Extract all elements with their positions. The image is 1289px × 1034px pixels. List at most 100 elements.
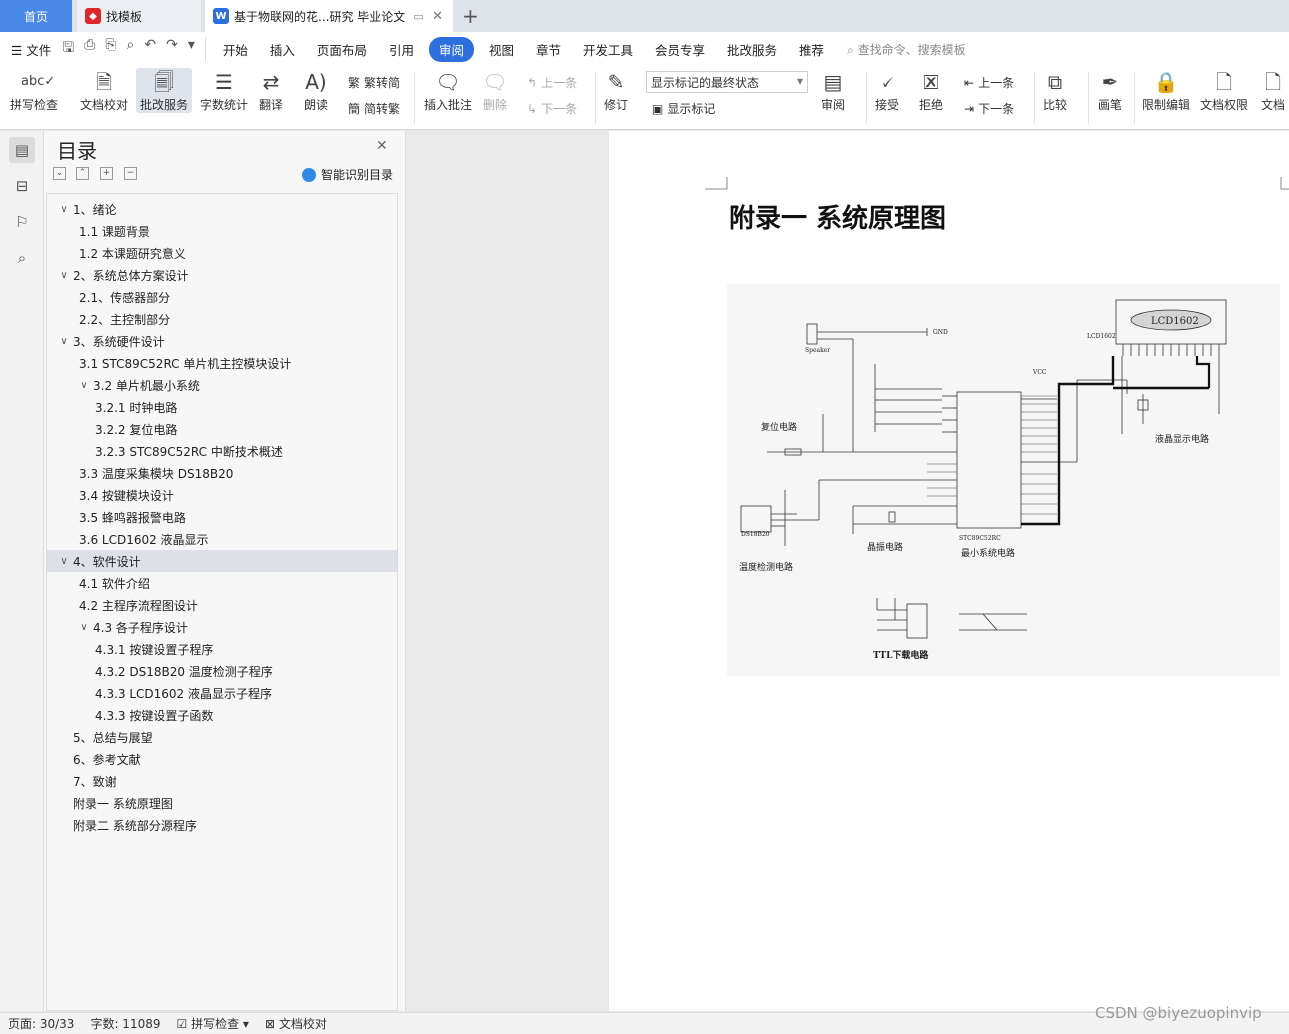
toc-item[interactable]: 4.3.1 按键设置子程序 <box>47 638 397 660</box>
word-count-indicator[interactable]: 字数: 11089 <box>82 1015 168 1032</box>
toc-item[interactable]: ∨ 1、绪论 <box>47 198 397 220</box>
spellcheck-status[interactable]: ☑ 拼写检查 ▾ <box>169 1015 257 1032</box>
search-icon[interactable]: ⌕ <box>9 245 35 271</box>
toc-item[interactable]: ∨ 4.3 各子程序设计 <box>47 616 397 638</box>
toc-item[interactable]: 6、参考文献 <box>47 748 397 770</box>
chevron-down-icon[interactable]: ∨ <box>57 556 71 567</box>
restrict-edit-button[interactable]: 🔒 限制编辑 <box>1142 68 1190 113</box>
menu-item-0[interactable]: 开始 <box>212 40 259 59</box>
toc-item[interactable]: 4.3.2 DS18B20 温度检测子程序 <box>47 660 397 682</box>
word-count-button[interactable]: ☰ 字数统计 <box>200 68 248 113</box>
menu-item-1[interactable]: 插入 <box>259 40 306 59</box>
toc-item[interactable]: 1.2 本课题研究意义 <box>47 242 397 264</box>
toc-item[interactable]: 3.2.3 STC89C52RC 中断技术概述 <box>47 440 397 462</box>
toc-item[interactable]: 7、致谢 <box>47 770 397 792</box>
proof-status[interactable]: ⊠ 文档校对 <box>257 1015 335 1032</box>
toc-item[interactable]: 3.4 按键模块设计 <box>47 484 397 506</box>
toc-item[interactable]: 附录一 系统原理图 <box>47 792 397 814</box>
toc-item[interactable]: 3.2.1 时钟电路 <box>47 396 397 418</box>
more-icon[interactable]: ▾ <box>188 37 195 61</box>
doc-permission-button[interactable]: 🗋 文档权限 <box>1200 68 1248 113</box>
reject-button[interactable]: 🗷 拒绝 <box>918 68 944 113</box>
next-comment-button[interactable]: ↳ 下一条 <box>527 100 577 117</box>
toc-item[interactable]: 3.1 STC89C52RC 单片机主控模块设计 <box>47 352 397 374</box>
delete-comment-button[interactable]: 🗨 删除 <box>482 68 508 113</box>
menu-item-2[interactable]: 页面布局 <box>306 40 378 59</box>
save-icon[interactable]: 🖫 <box>62 37 74 61</box>
toc-item[interactable]: 4.3.3 按键设置子函数 <box>47 704 397 726</box>
review-pane-button[interactable]: ▤ 审阅 <box>820 68 846 113</box>
new-tab-icon[interactable]: + <box>462 4 479 28</box>
next-change-button[interactable]: ⇥ 下一条 <box>964 100 1014 117</box>
toc-item[interactable]: ∨ 2、系统总体方案设计 <box>47 264 397 286</box>
chevron-down-icon[interactable]: ∨ <box>77 622 91 633</box>
command-search[interactable]: ⌕ 查找命令、搜索模板 <box>835 41 966 58</box>
print-icon[interactable]: ⎘ <box>105 37 116 61</box>
prev-comment-button[interactable]: ↰ 上一条 <box>527 74 577 91</box>
menu-item-3[interactable]: 引用 <box>378 40 425 59</box>
markup-state-select[interactable]: 显示标记的最终状态 <box>646 71 808 93</box>
smart-toc-button[interactable]: 智能识别目录 <box>302 166 393 183</box>
toc-item[interactable]: 5、总结与展望 <box>47 726 397 748</box>
tab-template[interactable]: ◆ 找模板 <box>77 0 201 32</box>
collapse-all-icon[interactable]: ⌃ <box>76 167 89 180</box>
chevron-down-icon[interactable]: ∨ <box>77 380 91 391</box>
toc-item[interactable]: 3.6 LCD1602 液晶显示 <box>47 528 397 550</box>
toc-item[interactable]: 4.1 软件介绍 <box>47 572 397 594</box>
add-heading-icon[interactable]: + <box>100 167 113 180</box>
review-service-button[interactable]: 🗐 批改服务 <box>136 68 193 113</box>
toc-item[interactable]: 2.1、传感器部分 <box>47 286 397 308</box>
menu-item-7[interactable]: 开发工具 <box>572 40 644 59</box>
simp-to-trad-button[interactable]: 簡简转繁 <box>348 100 400 117</box>
menu-item-5[interactable]: 视图 <box>478 40 525 59</box>
bookmark-icon[interactable]: ⚐ <box>9 209 35 235</box>
close-icon[interactable]: ✕ <box>376 138 388 154</box>
export-icon[interactable]: ⎙ <box>84 37 95 61</box>
chevron-down-icon[interactable]: ∨ <box>57 204 71 215</box>
toc-item[interactable]: ∨ 4、软件设计 <box>47 550 397 572</box>
expand-all-icon[interactable]: ⌄ <box>53 167 66 180</box>
prev-change-button[interactable]: ⇤ 上一条 <box>964 74 1014 91</box>
menu-item-8[interactable]: 会员专享 <box>644 40 716 59</box>
toc-item[interactable]: 3.2.2 复位电路 <box>47 418 397 440</box>
revise-button[interactable]: ✎ 修订 <box>603 68 629 113</box>
outline-icon[interactable]: ⊟ <box>9 173 35 199</box>
undo-icon[interactable]: ↶ <box>144 37 156 61</box>
toc-item[interactable]: 3.3 温度采集模块 DS18B20 <box>47 462 397 484</box>
toc-item[interactable]: 3.5 蜂鸣器报警电路 <box>47 506 397 528</box>
menu-item-10[interactable]: 推荐 <box>788 40 835 59</box>
toc-item[interactable]: ∨ 3.2 单片机最小系统 <box>47 374 397 396</box>
toc-item[interactable]: 1.1 课题背景 <box>47 220 397 242</box>
trad-to-simp-button[interactable]: 繁繁转简 <box>348 74 400 91</box>
pen-button[interactable]: ✒ 画笔 <box>1097 68 1123 113</box>
toc-item[interactable]: 4.2 主程序流程图设计 <box>47 594 397 616</box>
compare-button[interactable]: ⧉ 比较 <box>1042 68 1068 113</box>
chevron-down-icon[interactable]: ∨ <box>57 270 71 281</box>
close-tab-icon[interactable]: ✕ <box>432 9 443 24</box>
translate-button[interactable]: ⇄ 翻译 <box>258 68 284 113</box>
page-indicator[interactable]: 页面: 30/33 <box>0 1015 82 1032</box>
redo-icon[interactable]: ↷ <box>166 37 178 61</box>
spellcheck-button[interactable]: abc✓ 拼写检查 <box>10 68 58 113</box>
accept-button[interactable]: 🗸 接受 <box>874 68 900 113</box>
menu-item-4[interactable]: 审阅 <box>428 36 474 62</box>
doc-more-button[interactable]: 🗋 文档 <box>1260 68 1286 113</box>
chevron-down-icon[interactable]: ∨ <box>57 336 71 347</box>
toc-item[interactable]: 2.2、主控制部分 <box>47 308 397 330</box>
tab-document[interactable]: W 基于物联网的花...研究 毕业论文 ▭ ✕ <box>205 0 453 32</box>
show-markup-button[interactable]: ▣ 显示标记 <box>652 100 715 117</box>
toc-item[interactable]: 4.3.3 LCD1602 液晶显示子程序 <box>47 682 397 704</box>
toc-icon[interactable]: ▤ <box>9 137 35 163</box>
tab-home[interactable]: 首页 <box>0 0 72 32</box>
insert-comment-button[interactable]: 🗨 插入批注 <box>424 68 472 113</box>
toc-item[interactable]: ∨ 3、系统硬件设计 <box>47 330 397 352</box>
preview-icon[interactable]: ⌕ <box>127 37 135 61</box>
doc-check-button[interactable]: 🗎 文档校对 <box>80 68 128 113</box>
menu-item-6[interactable]: 章节 <box>525 40 572 59</box>
file-menu[interactable]: ☰ 文件 <box>0 40 62 59</box>
toc-item[interactable]: 附录二 系统部分源程序 <box>47 814 397 836</box>
menu-item-9[interactable]: 批改服务 <box>716 40 788 59</box>
read-aloud-button[interactable]: A) 朗读 <box>303 68 329 113</box>
remove-heading-icon[interactable]: − <box>124 167 137 180</box>
screen-icon[interactable]: ▭ <box>413 10 423 23</box>
